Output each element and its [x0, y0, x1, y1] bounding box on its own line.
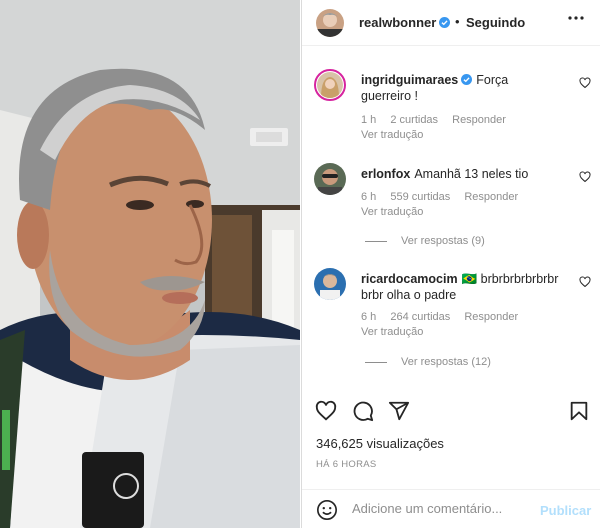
- view-count[interactable]: 346,625 visualizações: [316, 436, 444, 451]
- video-frame: [0, 0, 300, 528]
- reply-button[interactable]: Responder: [452, 114, 506, 126]
- following-button[interactable]: Seguindo: [466, 15, 525, 30]
- reply-button[interactable]: Responder: [464, 191, 518, 203]
- comment-username[interactable]: erlonfox: [361, 167, 410, 181]
- comment-meta: 1 h 2 curtidas Responder: [361, 114, 517, 126]
- header-separator: •: [455, 14, 460, 29]
- see-translation-link[interactable]: Ver tradução: [361, 129, 423, 141]
- comment-meta: 6 h 559 curtidas Responder: [361, 191, 529, 203]
- emoji-icon[interactable]: [316, 499, 338, 521]
- share-icon[interactable]: [388, 400, 410, 422]
- author-username[interactable]: realwbonner: [359, 15, 451, 30]
- post-timestamp[interactable]: HÁ 6 HORAS: [316, 459, 377, 470]
- post-side-panel: realwbonner • Seguindo ingridguimaraes Fo…: [301, 0, 600, 528]
- comment-like-heart-icon[interactable]: [579, 276, 591, 288]
- replies-divider: [365, 361, 387, 363]
- more-icon[interactable]: [568, 16, 584, 20]
- see-translation-link[interactable]: Ver tradução: [361, 206, 423, 218]
- commenter-avatar[interactable]: [314, 163, 346, 195]
- comments-list: ingridguimaraes Força guerreiro ! 1 h 2 c…: [302, 47, 600, 387]
- verified-icon: [439, 17, 451, 28]
- comment-time[interactable]: 6 h: [361, 311, 376, 323]
- comment-like-heart-icon[interactable]: [579, 77, 591, 89]
- comment-like-heart-icon[interactable]: [579, 171, 591, 183]
- post-video[interactable]: [0, 0, 300, 528]
- comment-body: ricardocamocim 🇧🇷 brbrbrbrbrbrbr brbr olh…: [361, 271, 561, 303]
- add-comment-bar: Publicar: [302, 489, 600, 528]
- view-replies-button[interactable]: Ver respostas (9): [365, 235, 485, 247]
- comment-meta: 6 h 264 curtidas Responder: [361, 311, 529, 323]
- comment-username[interactable]: ingridguimaraes: [361, 73, 473, 87]
- reply-button[interactable]: Responder: [464, 311, 518, 323]
- bookmark-icon[interactable]: [568, 400, 590, 422]
- comment-likes[interactable]: 559 curtidas: [390, 191, 450, 203]
- author-avatar[interactable]: [316, 9, 344, 37]
- view-replies-button[interactable]: Ver respostas (12): [365, 356, 491, 368]
- comment-time[interactable]: 6 h: [361, 191, 376, 203]
- comment-likes[interactable]: 2 curtidas: [390, 114, 438, 126]
- comment-input[interactable]: [352, 501, 532, 516]
- comment-username[interactable]: ricardocamocim: [361, 272, 458, 286]
- comment-text: Amanhã 13 neles tio: [414, 167, 529, 181]
- replies-divider: [365, 240, 387, 242]
- comment-icon[interactable]: [352, 400, 374, 422]
- comment-likes[interactable]: 264 curtidas: [390, 311, 450, 323]
- see-translation-link[interactable]: Ver tradução: [361, 326, 423, 338]
- post-actions: [302, 396, 600, 426]
- comment-time[interactable]: 1 h: [361, 114, 376, 126]
- commenter-avatar[interactable]: [314, 69, 346, 101]
- publish-button[interactable]: Publicar: [540, 503, 591, 518]
- commenter-avatar[interactable]: [314, 268, 346, 300]
- like-heart-icon[interactable]: [315, 400, 337, 422]
- post-header: realwbonner • Seguindo: [302, 0, 600, 46]
- verified-icon: [461, 74, 473, 85]
